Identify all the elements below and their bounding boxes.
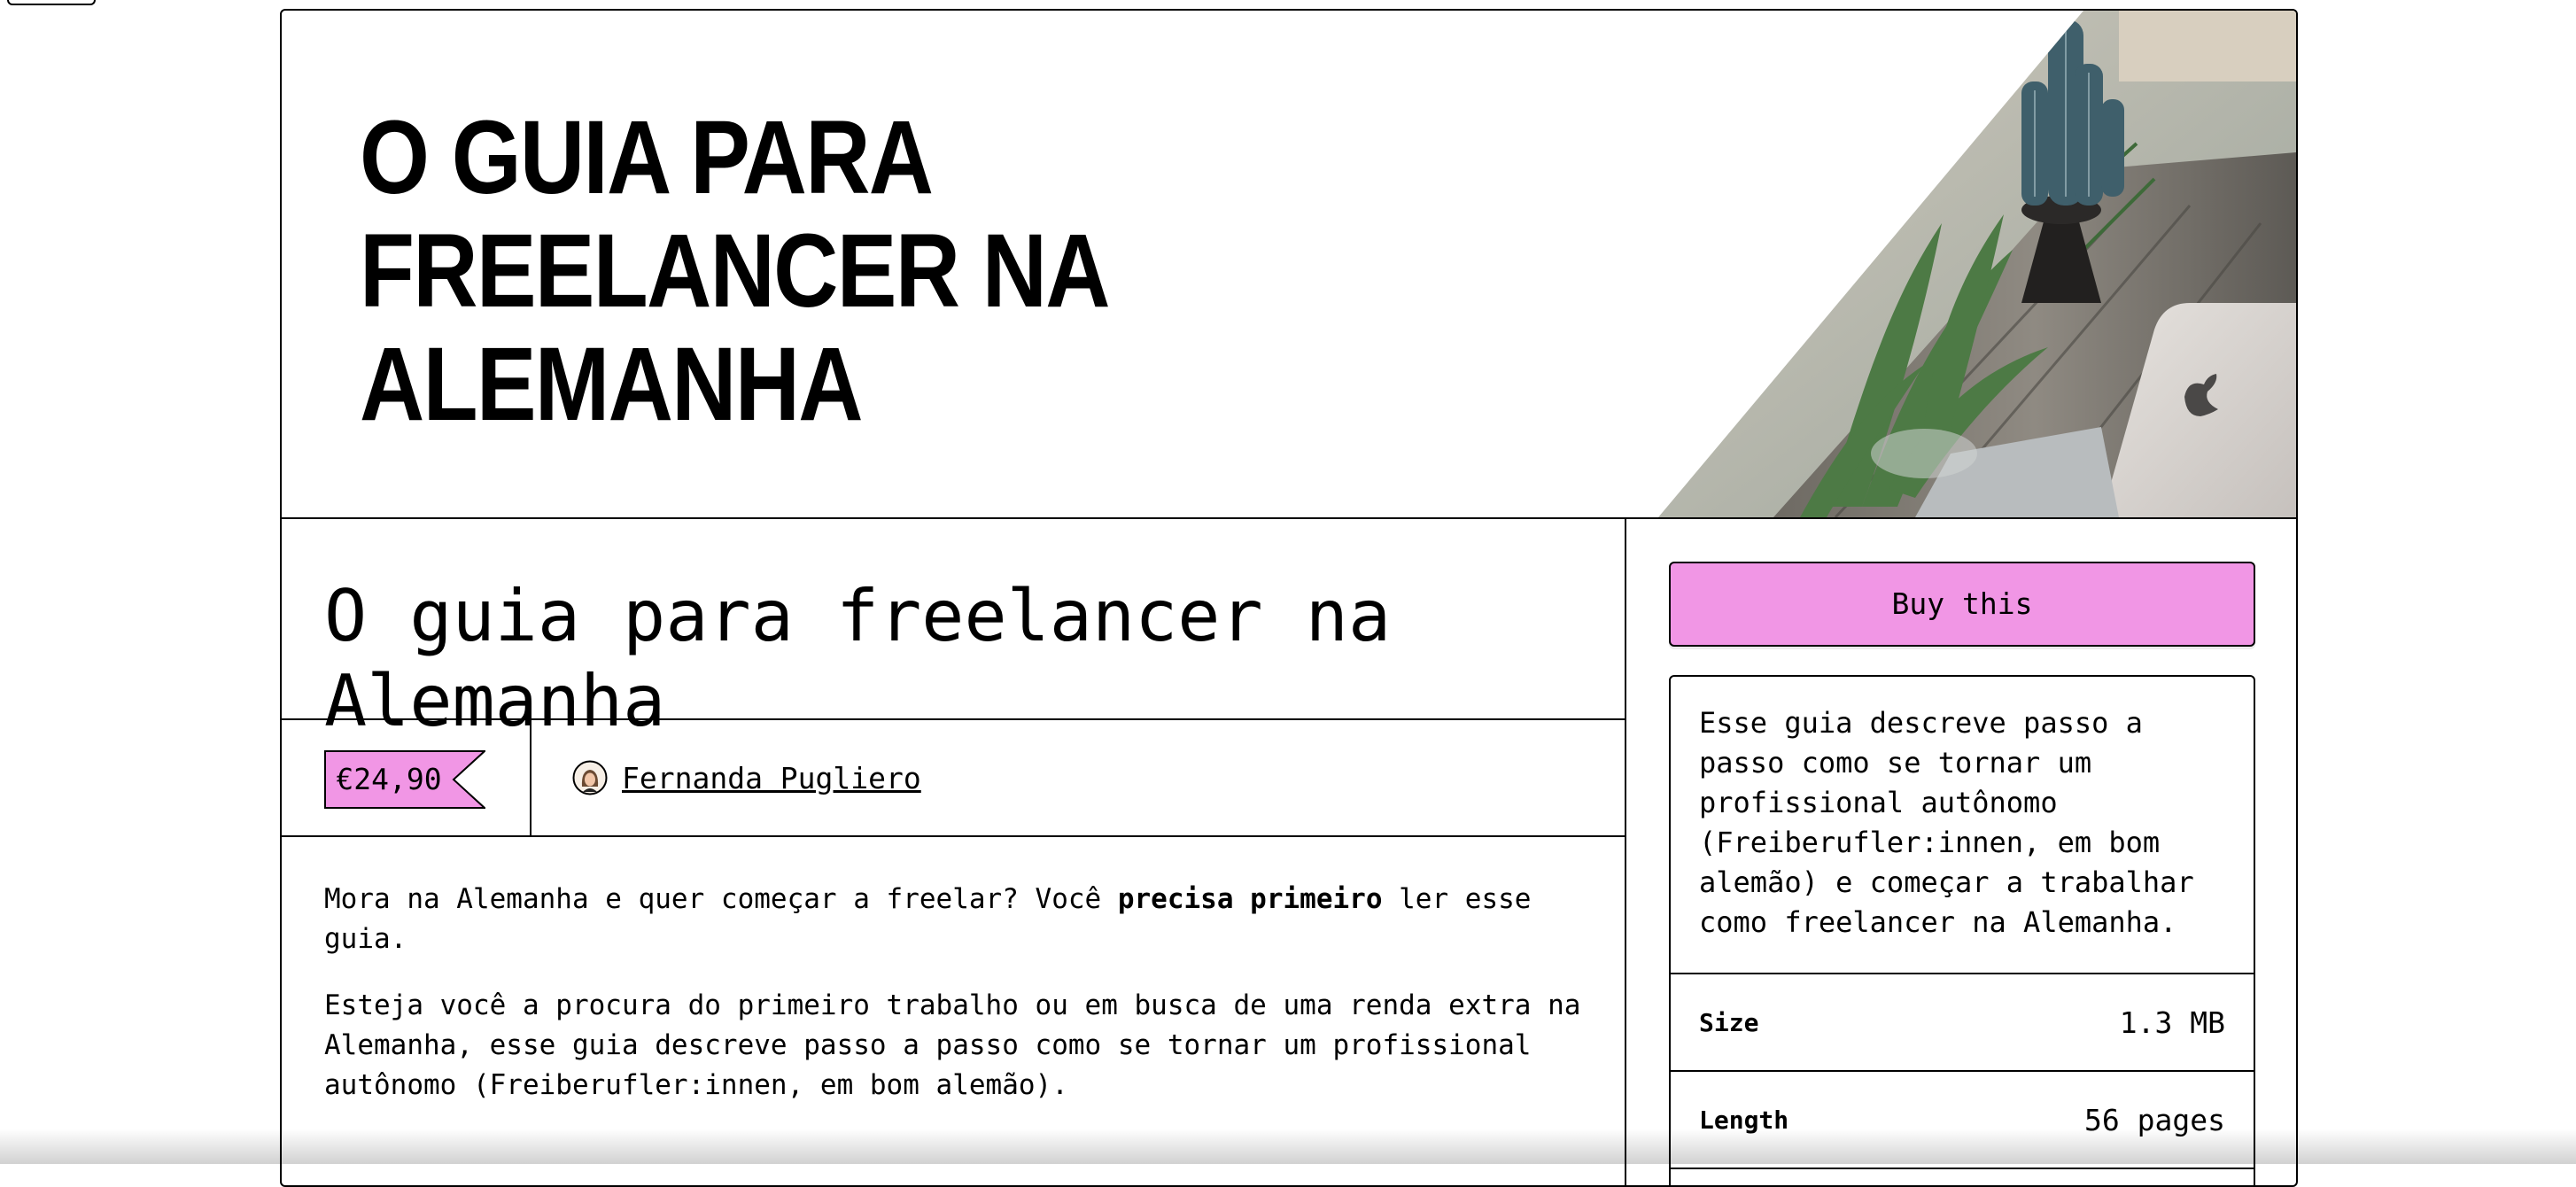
top-left-tab[interactable] [7, 0, 96, 5]
spec-label: Size [1699, 1007, 1759, 1037]
description-paragraph: Mora na Alemanha e quer começar a freela… [324, 880, 1582, 959]
cover-title-line: ALEMANHA [360, 326, 864, 443]
cover-title-line: O GUIA PARA [360, 99, 934, 216]
spec-row-length: Length 56 pages [1671, 1072, 2254, 1169]
product-meta-row: €24,90 Fernanda Pugliero [282, 720, 1625, 837]
cover-photo [1658, 11, 2296, 517]
buy-button[interactable]: Buy this [1669, 562, 2255, 647]
product-cover: O GUIA PARA FREELANCER NA ALEMANHA [282, 11, 2296, 519]
cover-title-line: FREELANCER NA [360, 213, 1111, 330]
description-emphasis: precisa primeiro [1117, 883, 1383, 915]
price-value: €24,90 [336, 762, 442, 796]
product-summary: Esse guia descreve passo a passo como se… [1671, 677, 2254, 974]
spec-value: 56 pages [2084, 1102, 2225, 1137]
spec-row-size: Size 1.3 MB [1671, 974, 2254, 1072]
product-info-box: Esse guia descreve passo a passo como se… [1669, 675, 2255, 1185]
author-link[interactable]: Fernanda Pugliero [622, 761, 921, 795]
description-paragraph: Esteja você a procura do primeiro trabal… [324, 989, 1581, 1101]
description-text: Mora na Alemanha e quer começar a freela… [324, 883, 1118, 915]
product-title: O guia para freelancer na Alemanha [282, 519, 1625, 742]
product-description: Mora na Alemanha e quer começar a freela… [282, 837, 1625, 1106]
spec-value: 1.3 MB [2119, 1005, 2225, 1040]
purchase-sidebar: Buy this Esse guia descreve passo a pass… [1626, 519, 2296, 1185]
product-main: O guia para freelancer na Alemanha €24,9… [282, 519, 1626, 1185]
spec-label: Length [1699, 1105, 1789, 1135]
price-tag: €24,90 [324, 750, 485, 809]
product-card: O GUIA PARA FREELANCER NA ALEMANHA O gui… [280, 9, 2298, 1187]
author-avatar[interactable] [572, 760, 608, 795]
author-cell: Fernanda Pugliero [531, 720, 921, 835]
cover-title: O GUIA PARA FREELANCER NA ALEMANHA [360, 99, 1111, 443]
price-cell: €24,90 [282, 720, 531, 835]
